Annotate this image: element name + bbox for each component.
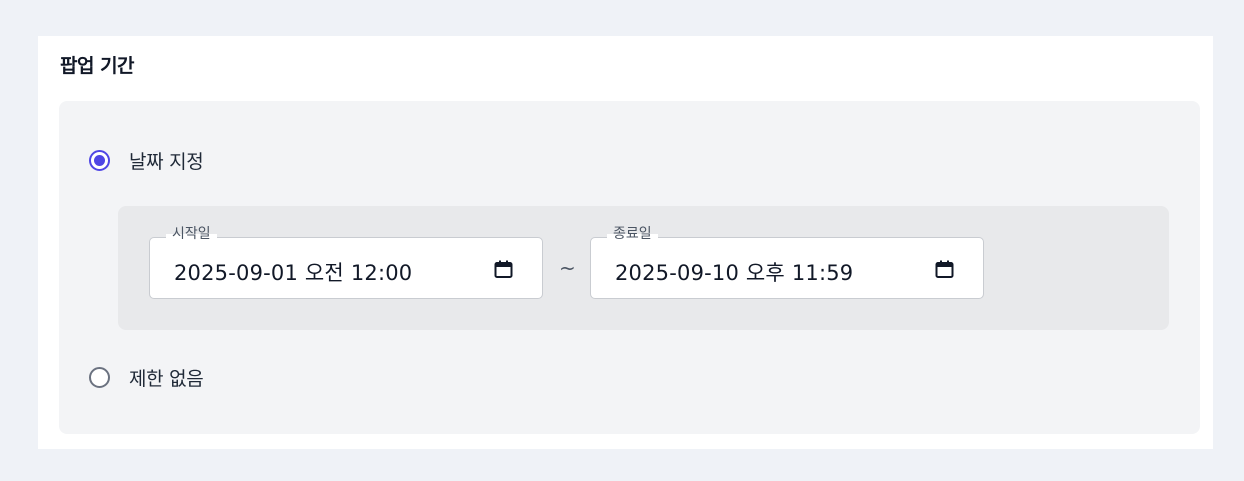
unlimited-label[interactable]: 제한 없음 [129,364,204,391]
date-range-box: 시작일 2025-09-01 오전 12:00 ~ 종료일 2025-09-10… [118,206,1169,330]
range-separator: ~ [559,256,576,280]
start-date-field[interactable]: 시작일 2025-09-01 오전 12:00 [149,225,543,299]
start-date-legend: 시작일 [166,225,217,243]
calendar-icon[interactable] [935,260,954,279]
period-options-panel: 날짜 지정 시작일 2025-09-01 오전 12:00 ~ 종료일 2025… [59,101,1200,434]
radio-option-specify-date[interactable]: 날짜 지정 [89,147,204,174]
calendar-icon[interactable] [494,260,513,279]
start-date-value[interactable]: 2025-09-01 오전 12:00 [174,257,412,287]
unlimited-radio[interactable] [89,367,110,388]
specify-date-label[interactable]: 날짜 지정 [129,147,204,174]
popup-period-card: 팝업 기간 날짜 지정 시작일 2025-09-01 오전 12:00 ~ 종료… [38,36,1213,449]
radio-option-unlimited[interactable]: 제한 없음 [89,364,204,391]
end-date-value[interactable]: 2025-09-10 오후 11:59 [615,257,853,287]
specify-date-radio[interactable] [89,150,110,171]
end-date-field[interactable]: 종료일 2025-09-10 오후 11:59 [590,225,984,299]
end-date-legend: 종료일 [607,225,658,243]
section-title: 팝업 기간 [60,55,135,77]
